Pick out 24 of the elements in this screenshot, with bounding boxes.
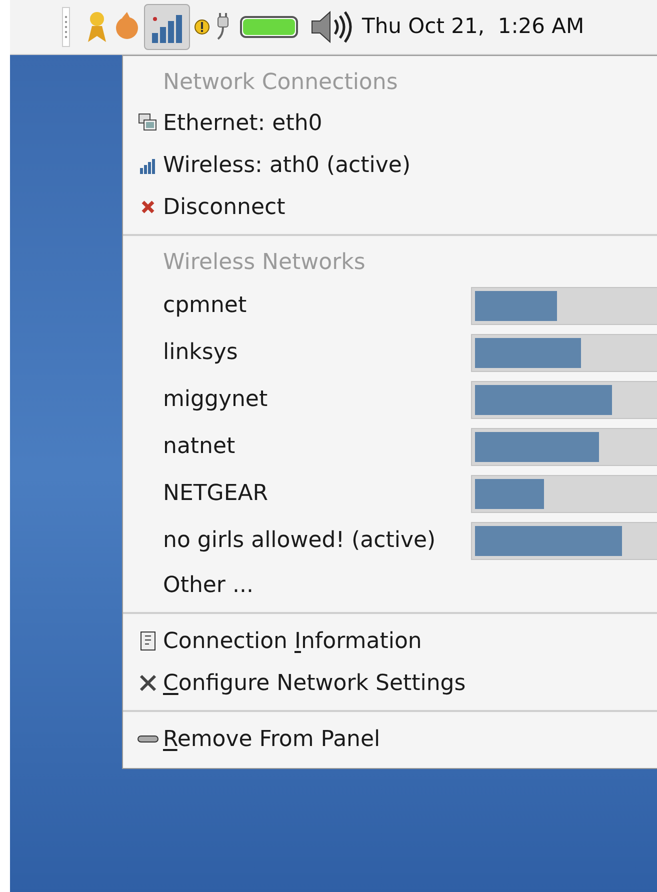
panel-handle-icon[interactable]: [62, 7, 70, 47]
menu-item[interactable]: Disconnect: [123, 186, 657, 228]
menu-item[interactable]: Wireless: ath0 (active): [123, 144, 657, 186]
network-item[interactable]: natnet: [123, 423, 657, 470]
document-icon: [138, 630, 158, 652]
speaker-icon[interactable]: [310, 9, 352, 45]
section-header: Network Connections: [162, 68, 399, 96]
menu-item[interactable]: Other ...: [123, 564, 657, 606]
network-item[interactable]: miggynet: [123, 376, 657, 423]
network-item[interactable]: no girls allowed! (active): [123, 517, 657, 564]
computer-icon: [138, 113, 158, 133]
menu-item[interactable]: Configure Network Settings: [123, 662, 657, 704]
warning-icon[interactable]: [194, 19, 210, 35]
minus-icon: [137, 734, 159, 744]
section-header: Wireless Networks: [162, 248, 366, 276]
battery-icon[interactable]: [240, 16, 298, 38]
network-item[interactable]: NETGEAR: [123, 470, 657, 517]
menu-item[interactable]: Connection Information: [123, 620, 657, 662]
network-item[interactable]: linksys: [123, 329, 657, 376]
menu-item[interactable]: Ethernet: eth0: [123, 102, 657, 144]
clock-text[interactable]: Thu Oct 21, 1:26 AM: [362, 11, 584, 43]
network-signal-button[interactable]: [144, 4, 190, 50]
network-item[interactable]: cpmnet: [123, 282, 657, 329]
menu-item[interactable]: Remove From Panel: [123, 718, 657, 760]
